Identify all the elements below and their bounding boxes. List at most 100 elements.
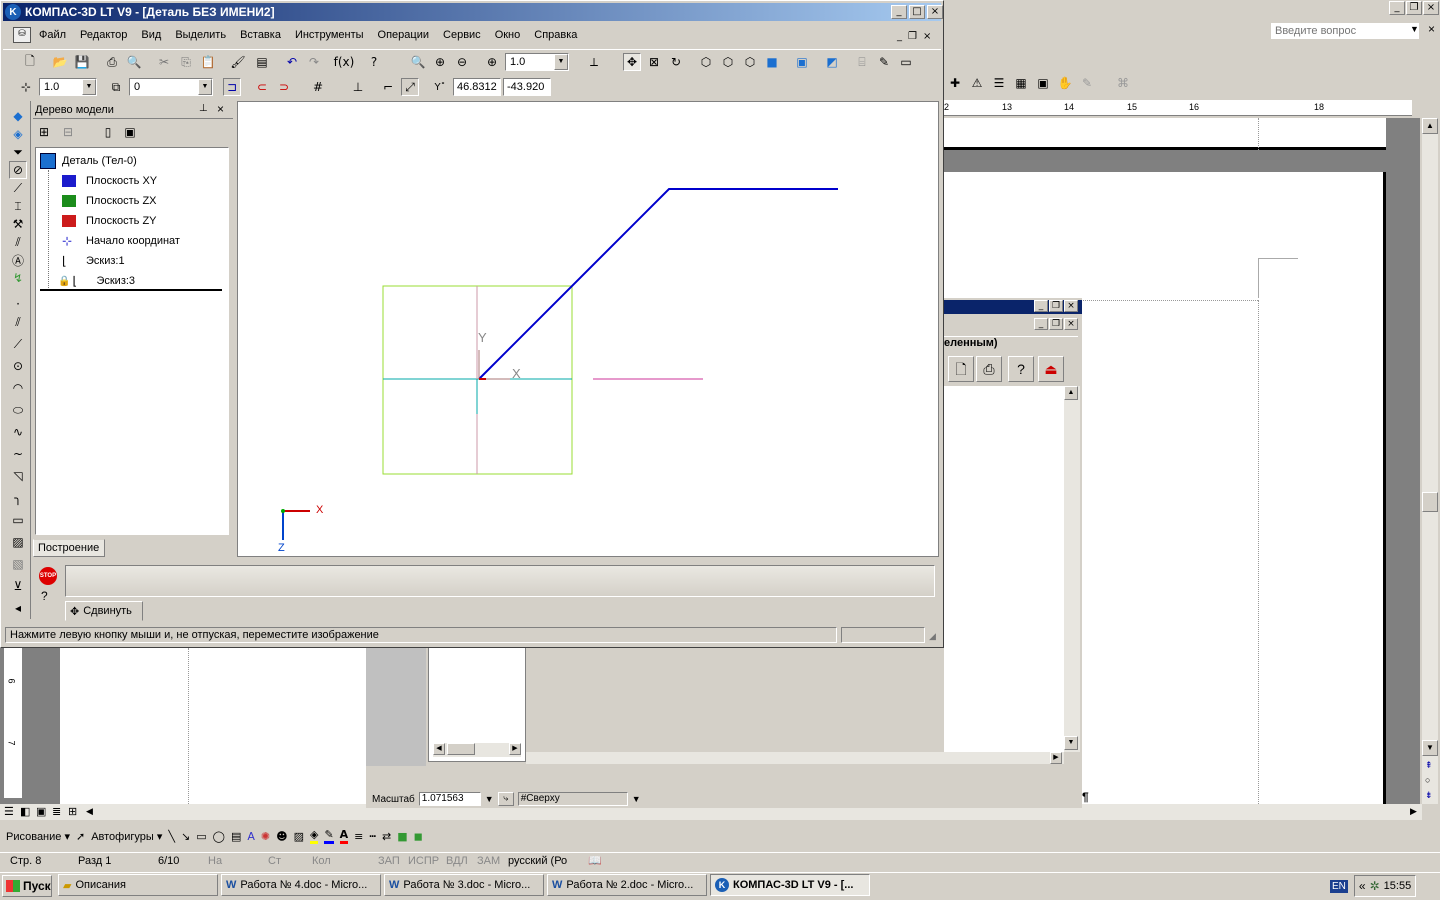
tool-geometry-icon[interactable]: ⊘ xyxy=(9,161,27,179)
tool-param-icon[interactable]: ⫽ xyxy=(9,233,27,251)
tree-item-plane-zy[interactable]: Плоскость ZY xyxy=(62,212,157,230)
tool-extrude-icon[interactable]: ◈ xyxy=(9,125,27,143)
web-view-icon[interactable]: ◧ xyxy=(20,805,30,818)
textbox-icon[interactable]: ▤ xyxy=(231,830,241,843)
orientation-icon[interactable]: ⟂ xyxy=(585,53,603,71)
pan-icon[interactable]: ✥ xyxy=(623,53,641,71)
tree-item-sketch1[interactable]: ⌊ Эскиз:1 xyxy=(62,252,125,270)
tool-edit-icon[interactable]: ⚒ xyxy=(9,215,27,233)
kompas-title-bar[interactable]: K КОМПАС-3D LT V9 - [Деталь БЕЗ ИМЕНИ2] xyxy=(3,3,941,21)
diagram-icon[interactable]: ✺ xyxy=(261,830,270,843)
reading-view-icon[interactable]: ⊞ xyxy=(68,805,77,818)
coord-x-field[interactable]: 46.8312 xyxy=(453,78,501,96)
move-button[interactable]: ✥ Сдвинуть xyxy=(65,601,143,621)
scale-field[interactable]: 1.071563 xyxy=(418,792,481,806)
layer-icon[interactable]: ⧉ xyxy=(107,78,125,96)
tool-select-icon[interactable]: ↯ xyxy=(9,269,27,287)
outline-view-icon[interactable]: ≣ xyxy=(52,805,61,818)
sketch-edit-icon[interactable]: ✎ xyxy=(875,53,893,71)
word-tool-icon[interactable]: ⚠ xyxy=(968,74,986,92)
stop-icon[interactable]: STOP xyxy=(39,567,57,585)
start-button[interactable]: Пуск xyxy=(2,875,52,897)
panel-icon[interactable]: ▭ xyxy=(897,53,915,71)
tool-circle-icon[interactable]: ⊙ xyxy=(9,357,27,375)
paste-icon[interactable]: 📋 xyxy=(199,53,217,71)
word-pen-icon[interactable]: ✎ xyxy=(1078,74,1096,92)
snap-icon[interactable]: ⊂ xyxy=(253,78,271,96)
grid-icon[interactable]: # xyxy=(309,78,327,96)
snap2-icon[interactable]: ⊃ xyxy=(275,78,293,96)
line-icon[interactable]: ╲ xyxy=(168,830,175,843)
tool-ellipse-icon[interactable]: ⬭ xyxy=(9,401,27,419)
word-tool-icon[interactable]: ✚ xyxy=(946,74,964,92)
tool-rectangle-icon[interactable]: ▭ xyxy=(9,511,27,529)
fill-color-icon[interactable]: ◈ xyxy=(309,828,319,844)
zoom-scale-icon[interactable]: ⊕ xyxy=(483,53,501,71)
help-icon[interactable]: ? xyxy=(1008,356,1034,382)
select-objects-icon[interactable]: ➚ xyxy=(76,830,85,843)
tool-collect-icon[interactable]: ⊻ xyxy=(9,577,27,595)
menu-service[interactable]: Сервис xyxy=(443,29,481,41)
word-search-input[interactable] xyxy=(1270,22,1420,40)
tool-segment-icon[interactable]: ⟋ xyxy=(9,335,27,353)
rectangle-icon[interactable]: ▭ xyxy=(196,830,206,843)
tool-solid-icon[interactable]: ◆ xyxy=(9,107,27,125)
doc-minimize-button[interactable]: _ xyxy=(897,31,902,42)
dash-style-icon[interactable]: ┅ xyxy=(369,830,376,843)
tree-order-icon[interactable]: ⊟ xyxy=(59,123,77,141)
print-icon[interactable]: ⎙ xyxy=(976,356,1002,382)
print-view-icon[interactable]: ▣ xyxy=(36,805,46,818)
redo-icon[interactable]: ↷ xyxy=(305,53,323,71)
doc-icon[interactable]: ⛁ xyxy=(13,27,31,43)
ortho-icon[interactable]: ⌐ xyxy=(379,78,397,96)
picture-icon[interactable]: ▨ xyxy=(294,830,304,843)
step-field[interactable]: 1.0 ▼ xyxy=(39,78,97,96)
viewport-3d[interactable]: Y X X Z xyxy=(237,101,939,557)
print-icon[interactable]: ⎙ xyxy=(103,53,121,71)
word-table-icon[interactable]: ▦ xyxy=(1012,74,1030,92)
zoom-in-icon[interactable]: ⊕ xyxy=(431,53,449,71)
pin-icon[interactable]: ⊥ xyxy=(199,103,208,114)
tree-item-plane-xy[interactable]: Плоскость XY xyxy=(62,172,157,190)
print-preview-icon[interactable]: 🔍 xyxy=(125,53,143,71)
normal-view-icon[interactable]: ☰ xyxy=(4,805,14,818)
doc-restore-button[interactable]: ❐ xyxy=(908,31,917,42)
menu-view[interactable]: Вид xyxy=(141,29,161,41)
thin-lines-icon[interactable]: ⬡ xyxy=(741,53,759,71)
taskbar-item-kompas[interactable]: K КОМПАС-3D LT V9 - [... xyxy=(710,874,870,896)
model-tree-close-button[interactable]: × xyxy=(217,102,224,116)
tool-filter-icon[interactable]: ⏷ xyxy=(9,143,27,161)
tree-item-detail[interactable]: Деталь (Тел-0) xyxy=(40,152,137,170)
shaded-icon[interactable]: ■ xyxy=(763,53,781,71)
spellcheck-icon[interactable]: 📖 xyxy=(588,854,602,867)
embed-restore-button[interactable]: ❐ xyxy=(1049,300,1063,312)
coord-y-field[interactable]: -43.920 xyxy=(503,78,551,96)
hidden-lines-icon[interactable]: ⬡ xyxy=(719,53,737,71)
tree-item-origin[interactable]: ⊹ Начало координат xyxy=(62,232,180,250)
tool-dims-icon[interactable]: ⌶ xyxy=(9,197,27,215)
arrow-style-icon[interactable]: ⇄ xyxy=(382,830,391,843)
tool-arc-icon[interactable]: ◠ xyxy=(9,379,27,397)
rotate-icon[interactable]: ↻ xyxy=(667,53,685,71)
sketch-mode-icon[interactable]: ⊐ xyxy=(223,78,241,96)
tray-chevron-icon[interactable]: « xyxy=(1359,879,1366,893)
kompas-close-button[interactable]: × xyxy=(927,5,943,19)
menu-insert[interactable]: Вставка xyxy=(240,29,281,41)
tool-hatch-icon[interactable]: ▨ xyxy=(9,533,27,551)
menu-tools[interactable]: Инструменты xyxy=(295,29,364,41)
show-all-icon[interactable]: ⊠ xyxy=(645,53,663,71)
word-tool2-icon[interactable]: ⌘ xyxy=(1114,74,1132,92)
tab-construction[interactable]: Построение xyxy=(33,539,105,557)
step-icon[interactable]: ⊹ xyxy=(17,78,35,96)
zoom-icon[interactable]: 🔍 xyxy=(409,53,427,71)
open-icon[interactable]: 📂 xyxy=(51,53,69,71)
wireframe-icon[interactable]: ⬡ xyxy=(697,53,715,71)
help-icon[interactable]: ? xyxy=(41,589,48,603)
tool-point-icon[interactable]: · xyxy=(9,295,27,313)
line-color-icon[interactable]: ✎ xyxy=(324,828,334,844)
kompas-minimize-button[interactable]: _ xyxy=(891,5,907,19)
menu-help[interactable]: Справка xyxy=(534,29,577,41)
wordart-icon[interactable]: A xyxy=(247,830,255,843)
menu-select[interactable]: Выделить xyxy=(175,29,226,41)
line-style-icon[interactable]: ≡ xyxy=(354,830,363,843)
